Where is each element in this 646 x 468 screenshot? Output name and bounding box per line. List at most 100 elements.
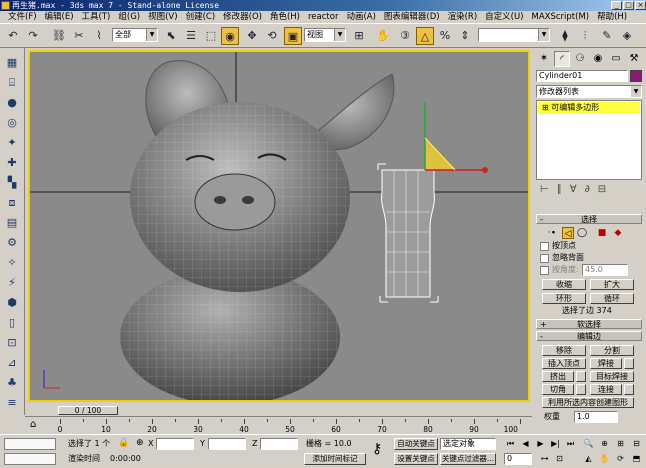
auto-key-button[interactable]: 自动关键点 <box>394 438 438 450</box>
key-filters-button[interactable]: 关键点过滤器... <box>440 453 496 465</box>
extrude-button[interactable]: 挤出 <box>542 371 574 382</box>
select-and-rotate-icon[interactable]: ⟲ <box>263 27 281 45</box>
nurbs-icon[interactable]: ⚡ <box>3 274 21 292</box>
menu-graph-editors[interactable]: 图表编辑器(D) <box>380 11 444 23</box>
menu-animation[interactable]: 动画(A) <box>342 11 379 23</box>
by-vertex-checkbox[interactable]: 按顶点 <box>540 241 576 251</box>
select-and-scale-icon[interactable]: ▣ <box>284 27 302 45</box>
percent-snap-icon[interactable]: % <box>436 27 454 45</box>
stack-item-editable-poly[interactable]: ⊞ 可编辑多边形 <box>538 102 640 114</box>
track-bar[interactable]: ⌂ 0 10 20 30 40 50 60 70 80 90 100 <box>25 416 532 434</box>
menu-character[interactable]: 角色(H) <box>266 11 304 23</box>
connect-button[interactable]: 连接 <box>590 384 622 395</box>
torus-icon[interactable]: ◎ <box>3 114 21 132</box>
selection-filter-dropdown[interactable]: 全部 ▼ <box>112 28 158 42</box>
menu-edit[interactable]: 编辑(E) <box>41 11 78 23</box>
play-icon[interactable]: ▶ <box>534 438 547 450</box>
select-and-manipulate-icon[interactable]: ✋ <box>374 27 392 45</box>
systems-icon[interactable]: ⚙ <box>3 234 21 252</box>
menu-tools[interactable]: 工具(T) <box>78 11 115 23</box>
menu-create[interactable]: 创建(C) <box>182 11 220 23</box>
pig-head[interactable] <box>130 102 350 292</box>
undo-icon[interactable]: ↶ <box>4 27 22 45</box>
selection-region-icon[interactable]: ⬚ <box>202 27 220 45</box>
particles-icon[interactable]: ✧ <box>3 254 21 272</box>
window-crossing-icon[interactable]: ◉ <box>221 27 239 45</box>
spinner-snap-icon[interactable]: ⇕ <box>456 27 474 45</box>
x-coordinate-field[interactable] <box>156 438 194 450</box>
modifier-list-dropdown[interactable]: 修改器列表 ▼ <box>536 85 642 98</box>
mirror-icon[interactable]: ⧫ <box>556 27 574 45</box>
field-of-view-icon[interactable]: ◭ <box>582 453 595 465</box>
time-slider[interactable]: 0 / 100 <box>25 405 532 416</box>
loop-button[interactable]: 循环 <box>590 293 634 304</box>
select-and-link-icon[interactable]: ⛓ <box>50 27 68 45</box>
menu-customize[interactable]: 自定义(U) <box>481 11 527 23</box>
menu-views[interactable]: 视图(V) <box>144 11 181 23</box>
stairs-icon[interactable]: ⊿ <box>3 354 21 372</box>
helper-icon[interactable]: ✚ <box>3 154 21 172</box>
edit-edges-rollout-header[interactable]: - 编辑边 <box>536 331 642 341</box>
extrude-settings-button[interactable] <box>576 371 586 382</box>
goto-start-icon[interactable]: ⏮ <box>504 438 517 450</box>
menu-maxscript[interactable]: MAXScript(M) <box>528 11 594 23</box>
y-coordinate-field[interactable] <box>208 438 246 450</box>
front-viewport[interactable] <box>28 50 530 402</box>
weld-settings-button[interactable] <box>624 358 634 369</box>
current-frame-field[interactable]: 0 <box>504 453 532 465</box>
object-color-swatch[interactable] <box>630 70 642 82</box>
vertex-icon[interactable]: ·∙ <box>546 227 558 239</box>
configure-modifier-sets-icon[interactable]: ⊟ <box>598 183 606 197</box>
cylinder-selected-object[interactable] <box>377 163 441 303</box>
target-weld-button[interactable]: 目标焊接 <box>590 371 634 382</box>
z-coordinate-field[interactable] <box>260 438 298 450</box>
by-angle-checkbox[interactable]: 按角度: <box>540 265 579 275</box>
shrink-button[interactable]: 收缩 <box>542 279 586 290</box>
menu-rendering[interactable]: 渲染(R) <box>444 11 482 23</box>
prev-frame-icon[interactable]: ◀ <box>519 438 532 450</box>
menu-modifiers[interactable]: 修改器(O) <box>219 11 266 23</box>
minimize-button[interactable]: _ <box>611 1 622 10</box>
remove-button[interactable]: 移除 <box>542 345 586 356</box>
menu-help[interactable]: 帮助(H) <box>593 11 631 23</box>
pin-stack-icon[interactable]: ⊢ <box>540 183 549 197</box>
make-unique-icon[interactable]: ∀ <box>570 183 577 197</box>
expand-plus-icon[interactable]: ⊞ <box>542 103 551 112</box>
connect-settings-button[interactable] <box>624 384 634 395</box>
unlink-icon[interactable]: ✂ <box>70 27 88 45</box>
reference-coordinate-dropdown[interactable]: 视图 ▼ <box>304 28 346 42</box>
shape-icon[interactable]: ▚ <box>3 174 21 192</box>
display-tab-icon[interactable]: ▭ <box>608 51 624 67</box>
utilities-tab-icon[interactable]: ⚒ <box>626 51 642 67</box>
space-warp-icon[interactable]: ▤ <box>3 214 21 232</box>
extended-icon[interactable]: ⬢ <box>3 294 21 312</box>
goto-end-icon[interactable]: ⏭ <box>564 438 577 450</box>
railing-icon[interactable]: ≡ <box>3 394 21 412</box>
snap-toggle-icon[interactable]: ③ <box>396 27 414 45</box>
select-and-move-icon[interactable]: ✥ <box>243 27 261 45</box>
maxscript-listener-field[interactable] <box>4 438 56 450</box>
create-tab-icon[interactable]: ✶ <box>536 51 552 67</box>
remove-modifier-icon[interactable]: ∂ <box>585 183 590 197</box>
motion-tab-icon[interactable]: ◉ <box>590 51 606 67</box>
weight-spinner[interactable]: 1.0 <box>574 411 618 423</box>
chamfer-settings-button[interactable] <box>576 384 586 395</box>
key-mode-dropdown[interactable]: 选定对象 <box>440 438 496 450</box>
select-by-name-icon[interactable]: ☰ <box>182 27 200 45</box>
object-name-field[interactable]: Cylinder01 <box>536 70 628 82</box>
maximize-button[interactable]: □ <box>623 1 634 10</box>
absolute-mode-icon[interactable]: ⊕ <box>136 438 144 448</box>
window-icon[interactable]: ⊡ <box>3 334 21 352</box>
insert-vertex-button[interactable]: 插入顶点 <box>542 358 586 369</box>
soft-selection-rollout-header[interactable]: + 软选择 <box>536 319 642 329</box>
light-icon[interactable]: ✦ <box>3 134 21 152</box>
weld-button[interactable]: 焊接 <box>590 358 622 369</box>
modify-tab-icon[interactable]: ◜ <box>554 51 570 67</box>
chamfer-button[interactable]: 切角 <box>542 384 574 395</box>
app-icon[interactable] <box>1 1 10 10</box>
material-editor-icon[interactable]: ◈ <box>618 27 636 45</box>
maxscript-output-field[interactable] <box>4 453 56 465</box>
key-mode-toggle-icon[interactable]: ⊶ <box>538 453 551 465</box>
border-icon[interactable]: ◯ <box>576 227 588 239</box>
set-key-button[interactable]: 设置关键点 <box>394 453 438 465</box>
